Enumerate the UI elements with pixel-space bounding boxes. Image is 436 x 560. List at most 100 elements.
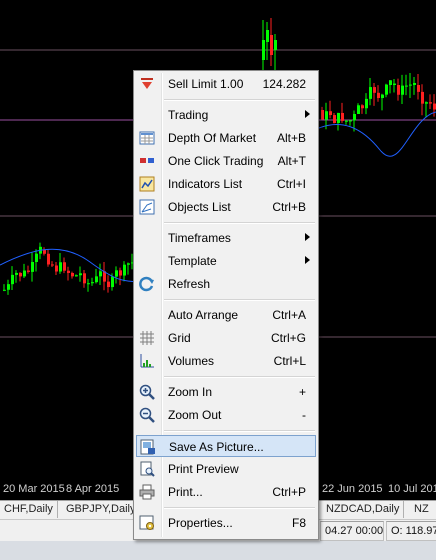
candle-body [123,264,126,276]
menu-item-template[interactable]: Template [136,250,316,272]
sell-limit-icon [139,76,155,92]
candle-body [365,98,368,109]
candle-body [7,284,10,290]
refresh-icon [139,276,155,292]
candle-body [321,110,324,120]
menu-item-shortcut: Ctrl+L [273,354,306,368]
indicators-list-icon [139,176,155,192]
candle-body [401,85,404,95]
candle-body [413,82,416,85]
menu-item-label: Properties... [168,516,233,530]
menu-item-label: Auto Arrange [168,308,239,322]
menu-item-shortcut: Ctrl+G [270,331,306,345]
menu-item-shortcut: Ctrl+P [272,485,306,499]
menu-item-label: Sell Limit 1.00 [168,77,244,91]
candle-body [381,94,384,99]
candle-body [115,270,118,277]
candle-body [47,253,50,265]
menu-item-zoom-in[interactable]: Zoom In + [136,381,316,403]
candle-body [43,250,46,254]
menu-item-zoom-out[interactable]: Zoom Out - [136,404,316,426]
tab-nz[interactable]: NZ [410,501,433,518]
candle-body [15,272,18,275]
menu-item-refresh[interactable]: Refresh [136,273,316,295]
candle-body [99,271,102,277]
menu-item-indicators-list[interactable]: Indicators List Ctrl+I [136,173,316,195]
candle-body [31,261,34,272]
candle-body [63,262,66,271]
menu-item-shortcut: F8 [291,516,306,530]
candle-body [75,275,78,277]
menu-item-label: Zoom Out [168,408,222,422]
candle-body [87,283,90,285]
menu-item-grid[interactable]: Grid Ctrl+G [136,327,316,349]
candle-body [111,276,114,288]
menu-item-print[interactable]: Print... Ctrl+P [136,481,316,503]
menu-item-depth-of-market[interactable]: Depth Of Market Alt+B [136,127,316,149]
menu-item-sell-limit-1-00[interactable]: Sell Limit 1.00 124.282 [136,73,316,95]
menu-item-auto-arrange[interactable]: Auto Arrange Ctrl+A [136,304,316,326]
menu-item-label: Print... [168,485,203,499]
candle-body [389,80,392,85]
candle-body [409,84,412,86]
candle-body [270,35,273,55]
date-label: 10 Jul 2015 [388,483,436,495]
menu-item-one-click-trading[interactable]: One Click Trading Alt+T [136,150,316,172]
menu-item-label: Zoom In [168,385,213,399]
candle-body [425,102,428,104]
candle-body [67,270,70,273]
candle-body [325,111,328,120]
candle-body [266,30,269,42]
submenu-arrow-icon [305,233,310,241]
menu-item-trading[interactable]: Trading [136,104,316,126]
candle-body [19,272,22,277]
menu-item-save-as-picture[interactable]: Save As Picture... [136,435,316,457]
tab-chfdaily[interactable]: CHF,Daily [0,501,58,518]
menu-item-shortcut: Ctrl+B [272,200,306,214]
chart-context-menu: Sell Limit 1.00 124.282 Trading Depth Of Ma… [133,70,319,540]
print-icon [139,484,155,500]
candle-body [79,273,82,276]
menu-item-print-preview[interactable]: Print Preview [136,458,316,480]
candle-body [393,83,396,85]
candle-body [91,282,94,284]
menu-item-objects-list[interactable]: Objects List Ctrl+B [136,196,316,218]
tab-nzdcad-daily[interactable]: NZDCAD,Daily [322,501,405,518]
date-label: 20 Mar 2015 [3,483,65,495]
status-time: 04.27 00:00 [320,521,384,541]
save-as-picture-icon [140,439,156,455]
candle-body [353,114,356,121]
menu-item-shortcut: 124.282 [262,77,306,91]
candle-body [429,102,432,104]
candle-body [369,87,372,99]
menu-item-volumes[interactable]: Volumes Ctrl+L [136,350,316,372]
date-label: 8 Apr 2015 [66,483,120,495]
menu-item-label: Timeframes [168,231,231,245]
one-click-trading-icon [139,153,155,169]
volumes-icon [139,353,155,369]
candle-body [361,105,364,109]
menu-item-label: One Click Trading [168,154,264,168]
menu-item-timeframes[interactable]: Timeframes [136,227,316,249]
menu-item-label: Volumes [168,354,215,368]
grid-icon [139,330,155,346]
submenu-arrow-icon [305,256,310,264]
menu-separator [164,376,315,378]
menu-separator [164,507,315,509]
candle-body [23,270,26,277]
candle-body [27,270,30,272]
menu-item-label: Grid [168,331,191,345]
candle-body [59,262,62,272]
depth-of-market-icon [139,130,155,146]
menu-item-label: Template [168,254,217,268]
properties-icon [139,515,155,531]
menu-item-shortcut: Ctrl+A [272,308,306,322]
candle-body [417,85,420,92]
bottom-panel [0,541,436,560]
tab-gbpjpy-daily[interactable]: GBPJPY,Daily [62,501,141,518]
objects-list-icon [139,199,155,215]
print-preview-icon [139,461,155,477]
menu-item-properties[interactable]: Properties... F8 [136,512,316,534]
candle-body [11,274,14,285]
menu-item-label: Save As Picture... [169,440,264,454]
